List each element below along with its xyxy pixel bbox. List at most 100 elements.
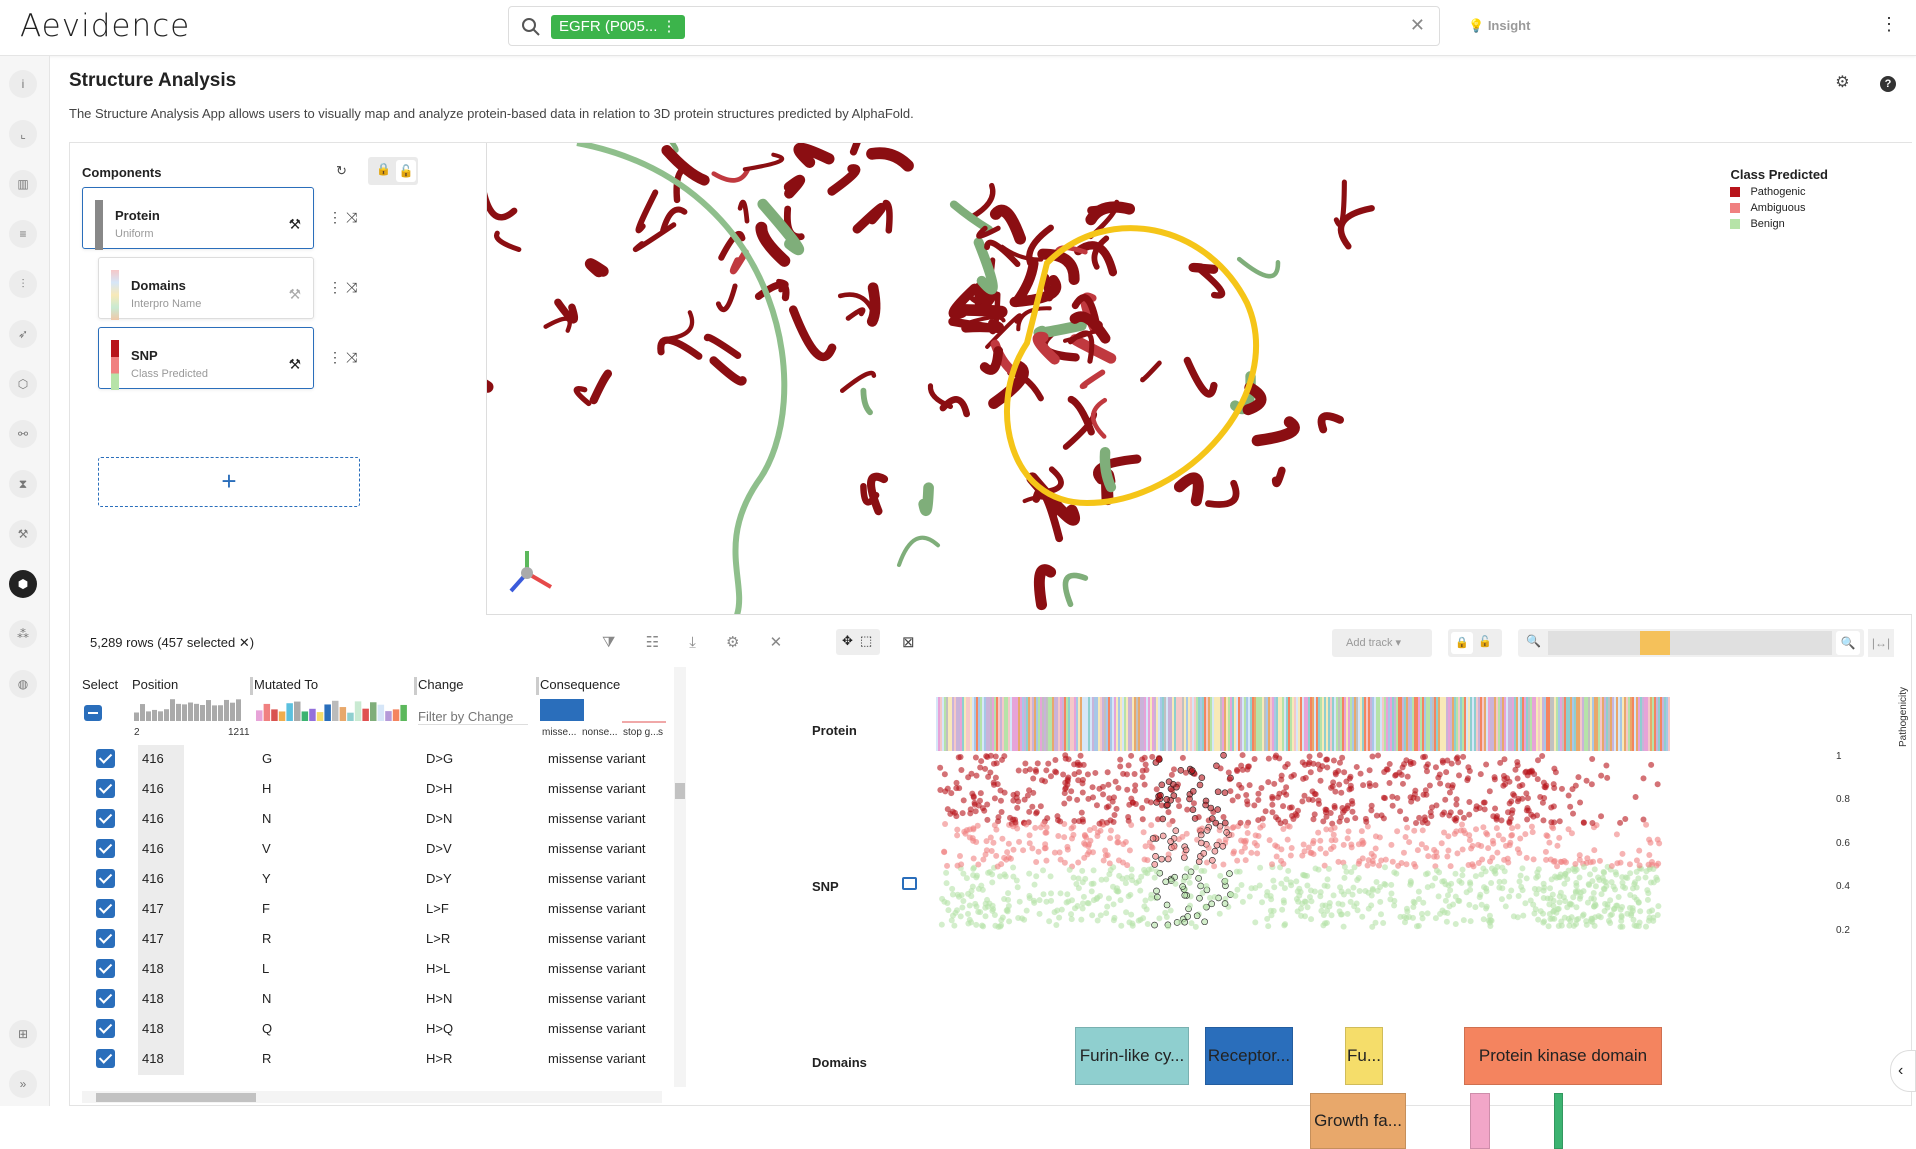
wrench-icon[interactable]: ⚒ xyxy=(9,520,37,548)
snp-table-icon[interactable] xyxy=(902,877,917,890)
row-checkbox[interactable] xyxy=(96,989,115,1008)
table-row[interactable]: 416 N D>N missense variant xyxy=(82,805,672,835)
protein-menu-icon[interactable]: ⋮ xyxy=(328,209,342,226)
table-row[interactable]: 418 Q H>Q missense variant xyxy=(82,1015,672,1045)
structure-viewer[interactable]: Class Predicted Pathogenic Ambiguous Ben… xyxy=(486,143,1912,615)
position-histogram[interactable] xyxy=(134,699,241,721)
col-resizer[interactable] xyxy=(536,677,539,695)
component-card-domains[interactable]: Domains Interpro Name ⚒ xyxy=(98,257,314,320)
table-row[interactable]: 416 V D>V missense variant xyxy=(82,835,672,865)
track-lock-icon[interactable]: 🔒 xyxy=(1451,632,1473,654)
domains-focus-icon[interactable]: ⤨ xyxy=(346,279,357,296)
table-row[interactable]: 416 Y D>Y missense variant xyxy=(82,865,672,895)
domain-protein-kinase[interactable]: Protein kinase domain xyxy=(1464,1027,1662,1085)
col-header-select[interactable]: Select xyxy=(82,677,118,692)
sliders-icon[interactable]: ⫶ xyxy=(9,270,37,298)
table-settings-icon[interactable]: ⚙ xyxy=(726,634,739,651)
zoom-in-icon[interactable]: 🔍 xyxy=(1836,631,1860,655)
row-checkbox[interactable] xyxy=(96,869,115,888)
table-row[interactable]: 417 R L>R missense variant xyxy=(82,925,672,955)
protein-focus-icon[interactable]: ⤨ xyxy=(346,209,357,226)
search-chip[interactable]: EGFR (P005... ⋮ xyxy=(551,15,685,39)
network-icon[interactable]: ⚯ xyxy=(9,420,37,448)
rocket-icon[interactable]: ➶ xyxy=(9,320,37,348)
snp-menu-icon[interactable]: ⋮ xyxy=(328,349,342,366)
vertical-scrollbar[interactable] xyxy=(674,667,686,1087)
row-checkbox[interactable] xyxy=(96,839,115,858)
row-checkbox[interactable] xyxy=(96,929,115,948)
consequence-bar-missense[interactable] xyxy=(540,699,584,721)
bulb-icon[interactable]: ◍ xyxy=(9,670,37,698)
zoom-out-icon[interactable]: 🔍 xyxy=(1526,634,1541,648)
clear-search-icon[interactable]: ✕ xyxy=(1410,15,1425,36)
columns-icon[interactable]: ☷ xyxy=(646,634,659,651)
row-checkbox[interactable] xyxy=(96,809,115,828)
track-unlock-icon[interactable]: 🔓 xyxy=(1478,635,1492,648)
col-header-position[interactable]: Position xyxy=(132,677,178,692)
paint-icon[interactable]: ⚒ xyxy=(288,356,301,373)
search-box[interactable]: EGFR (P005... ⋮ ✕ xyxy=(508,6,1440,46)
col-header-consequence[interactable]: Consequence xyxy=(540,677,620,692)
download-icon[interactable]: ⤓ xyxy=(689,634,696,651)
add-component-button[interactable]: + xyxy=(98,457,360,507)
table-row[interactable]: 416 G D>G missense variant xyxy=(82,745,672,775)
chip-menu-icon[interactable]: ⋮ xyxy=(662,18,677,35)
domain-small-green[interactable] xyxy=(1554,1093,1563,1149)
component-card-protein[interactable]: Protein Uniform ⚒ xyxy=(82,187,314,250)
unlock-icon[interactable]: 🔓 xyxy=(396,160,416,182)
col-resizer[interactable] xyxy=(414,677,417,695)
app-logo[interactable]: Aevidence xyxy=(20,8,190,44)
box-select-icon[interactable]: ⬚ xyxy=(860,633,872,649)
close-table-icon[interactable]: ✕ xyxy=(770,634,783,651)
snp-focus-icon[interactable]: ⤨ xyxy=(346,349,357,366)
settings-icon[interactable]: ⚙ xyxy=(1835,74,1849,91)
row-checkbox[interactable] xyxy=(96,779,115,798)
tracks-svg[interactable]: Pathogenicity 1 0.8 0.6 0.4 0.2 xyxy=(936,667,1916,1087)
domain-fu[interactable]: Fu... xyxy=(1345,1027,1383,1085)
table-row[interactable]: 418 N H>N missense variant xyxy=(82,985,672,1015)
change-filter-input[interactable] xyxy=(418,709,528,725)
column-filters[interactable]: 2 1211 misse... nonse... stop g... s xyxy=(82,699,682,739)
mutated-to-histogram[interactable] xyxy=(256,700,407,721)
protein-track[interactable] xyxy=(936,697,1670,751)
col-header-change[interactable]: Change xyxy=(418,677,464,692)
hexagon-icon[interactable]: ⬡ xyxy=(9,370,37,398)
snp-track[interactable] xyxy=(937,751,1663,930)
table-row[interactable]: 417 F L>F missense variant xyxy=(82,895,672,925)
table-row[interactable]: 416 H D>H missense variant xyxy=(82,775,672,805)
expand-sidebar-icon[interactable]: » xyxy=(9,1070,37,1098)
row-checkbox[interactable] xyxy=(96,1049,115,1068)
add-track-dropdown[interactable]: Add track ▾ xyxy=(1332,629,1432,657)
paint-icon[interactable]: ⚒ xyxy=(288,286,301,303)
molecule-icon[interactable]: ⁂ xyxy=(9,620,37,648)
domain-receptor[interactable]: Receptor... xyxy=(1205,1027,1293,1085)
component-card-snp[interactable]: SNP Class Predicted ⚒ xyxy=(98,327,314,390)
col-resizer[interactable] xyxy=(250,677,253,695)
row-checkbox[interactable] xyxy=(96,899,115,918)
filter-icon[interactable]: ⧩ xyxy=(602,634,615,651)
col-header-mutated[interactable]: Mutated To xyxy=(254,677,318,692)
zoom-slider[interactable] xyxy=(1548,631,1832,655)
insight-button[interactable]: 💡 Insight xyxy=(1468,18,1530,34)
info-icon[interactable]: i xyxy=(9,70,37,98)
protein-structure-render[interactable] xyxy=(487,143,1912,615)
grid-icon[interactable]: ⊞ xyxy=(9,1020,37,1048)
move-icon[interactable]: ✥ xyxy=(842,633,853,649)
row-count[interactable]: 5,289 rows (457 selected ✕) xyxy=(90,635,254,651)
row-checkbox[interactable] xyxy=(96,749,115,768)
horizontal-scrollbar[interactable] xyxy=(82,1091,662,1103)
lock-icon[interactable]: 🔒 xyxy=(376,162,391,176)
book-icon[interactable]: ▥ xyxy=(9,170,37,198)
domain-furin-like[interactable]: Furin-like cy... xyxy=(1075,1027,1189,1085)
chart-icon[interactable]: ⌞ xyxy=(9,120,37,148)
domains-menu-icon[interactable]: ⋮ xyxy=(328,279,342,296)
scroll-thumb[interactable] xyxy=(675,783,685,799)
refresh-icon[interactable]: ↻ xyxy=(336,163,347,179)
table-row[interactable]: 418 L H>L missense variant xyxy=(82,955,672,985)
clear-selection-icon[interactable]: ⊠ xyxy=(902,633,915,651)
structure-app-icon[interactable]: ⬢ xyxy=(9,570,37,598)
paint-icon[interactable]: ⚒ xyxy=(288,216,301,233)
more-menu-icon[interactable]: ⋮ xyxy=(1880,14,1898,35)
fit-width-icon[interactable]: |↔| xyxy=(1868,629,1894,657)
row-checkbox[interactable] xyxy=(96,1019,115,1038)
